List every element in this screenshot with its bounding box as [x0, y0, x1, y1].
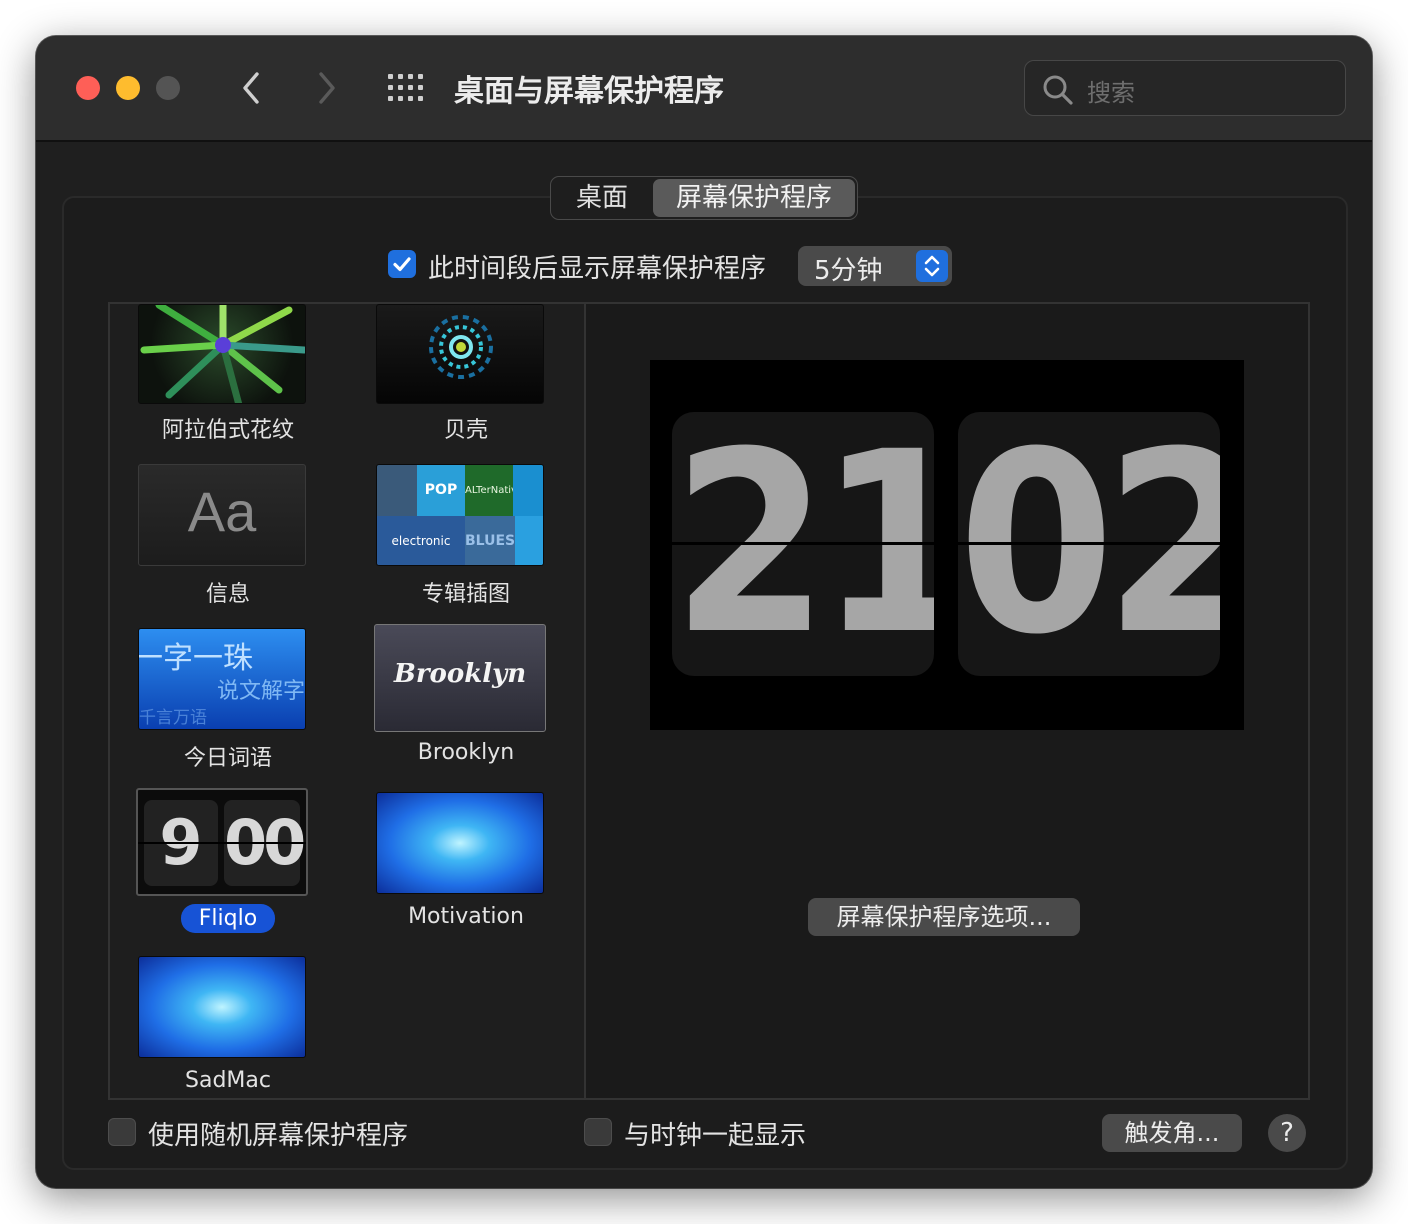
screen-saver-item[interactable]: 9 00 Fliqlo [110, 756, 346, 933]
tab-screen-saver[interactable]: 屏幕保护程序 [653, 179, 855, 217]
chevron-left-icon [243, 72, 259, 104]
screen-saver-name: Motivation [408, 904, 524, 929]
random-screen-saver-checkbox[interactable] [108, 1118, 136, 1146]
screen-saver-item[interactable]: POP ALTerNative electronic BLUES 专辑插图 [348, 428, 584, 607]
checkmark-icon [393, 257, 411, 272]
show-after-value: 5分钟 [814, 256, 883, 286]
shell-thumbnail [376, 304, 544, 404]
close-window-button[interactable] [76, 76, 100, 100]
chevron-right-icon [319, 72, 335, 104]
back-button[interactable] [232, 66, 272, 110]
screen-saver-item[interactable]: 贝壳 [348, 304, 584, 443]
show-with-clock-label: 与时钟一起显示 [624, 1121, 807, 1151]
screen-saver-item[interactable]: 一字一珠 说文解字 千言万语 今日词语 [110, 592, 346, 771]
zoom-window-button[interactable] [156, 76, 180, 100]
screen-saver-item[interactable]: 阿拉伯式花纹 [110, 304, 346, 443]
screen-saver-item[interactable]: Motivation [348, 756, 584, 929]
search-placeholder: 搜索 [1087, 79, 1135, 107]
message-thumbnail: Aa [138, 464, 306, 566]
forward-button[interactable] [306, 66, 346, 110]
popup-stepper [916, 250, 948, 282]
tab-segmented-control: 桌面 屏幕保护程序 [550, 176, 858, 220]
system-preferences-window: 桌面与屏幕保护程序 搜索 桌面 屏幕保护程序 此时间段后显示屏幕保护程序 5分钟 [36, 36, 1372, 1188]
fliqlo-thumbnail: 9 00 [136, 788, 308, 896]
screen-saver-item[interactable]: Brooklyn Brooklyn [348, 592, 584, 765]
random-screen-saver-label: 使用随机屏幕保护程序 [148, 1121, 409, 1151]
arabesque-thumbnail [138, 304, 306, 404]
show-with-clock-checkbox[interactable] [584, 1118, 612, 1146]
album-artwork-thumbnail: POP ALTerNative electronic BLUES [376, 464, 544, 566]
minimize-window-button[interactable] [116, 76, 140, 100]
show-after-label: 此时间段后显示屏幕保护程序 [428, 254, 767, 284]
brooklyn-thumbnail: Brooklyn [374, 624, 546, 732]
show-after-popup[interactable]: 5分钟 [798, 246, 952, 286]
title-bar: 桌面与屏幕保护程序 搜索 [36, 36, 1372, 142]
search-icon [1043, 75, 1073, 105]
up-down-arrows-icon [924, 255, 940, 277]
preview-panel: 21 02 屏幕保护程序选项... [584, 302, 1310, 1100]
screen-saver-options-button[interactable]: 屏幕保护程序选项... [808, 898, 1080, 936]
motivation-thumbnail [376, 792, 544, 894]
flip-clock-preview: 21 02 [650, 360, 1244, 730]
window-title: 桌面与屏幕保护程序 [454, 74, 724, 109]
minute-card: 02 [958, 412, 1220, 676]
screen-saver-list[interactable]: 阿拉伯式花纹 贝壳 Aa 信息 POP ALTerNati electronic… [108, 302, 588, 1100]
hour-card: 21 [672, 412, 934, 676]
word-of-day-thumbnail: 一字一珠 说文解字 千言万语 [138, 628, 306, 730]
thumb-text: Aa [187, 480, 257, 543]
screen-saver-item[interactable]: SadMac [110, 920, 346, 1093]
tab-desktop[interactable]: 桌面 [553, 179, 651, 217]
screen-saver-name: SadMac [185, 1068, 271, 1093]
sadmac-thumbnail [138, 956, 306, 1058]
screen-saver-item[interactable]: Aa 信息 [110, 428, 346, 607]
hot-corners-button[interactable]: 触发角... [1102, 1114, 1242, 1152]
grid-icon [388, 74, 423, 101]
show-all-grid-button[interactable] [386, 70, 426, 106]
help-button[interactable]: ? [1268, 1114, 1306, 1152]
search-field[interactable]: 搜索 [1024, 60, 1346, 116]
show-after-checkbox[interactable] [388, 250, 416, 278]
